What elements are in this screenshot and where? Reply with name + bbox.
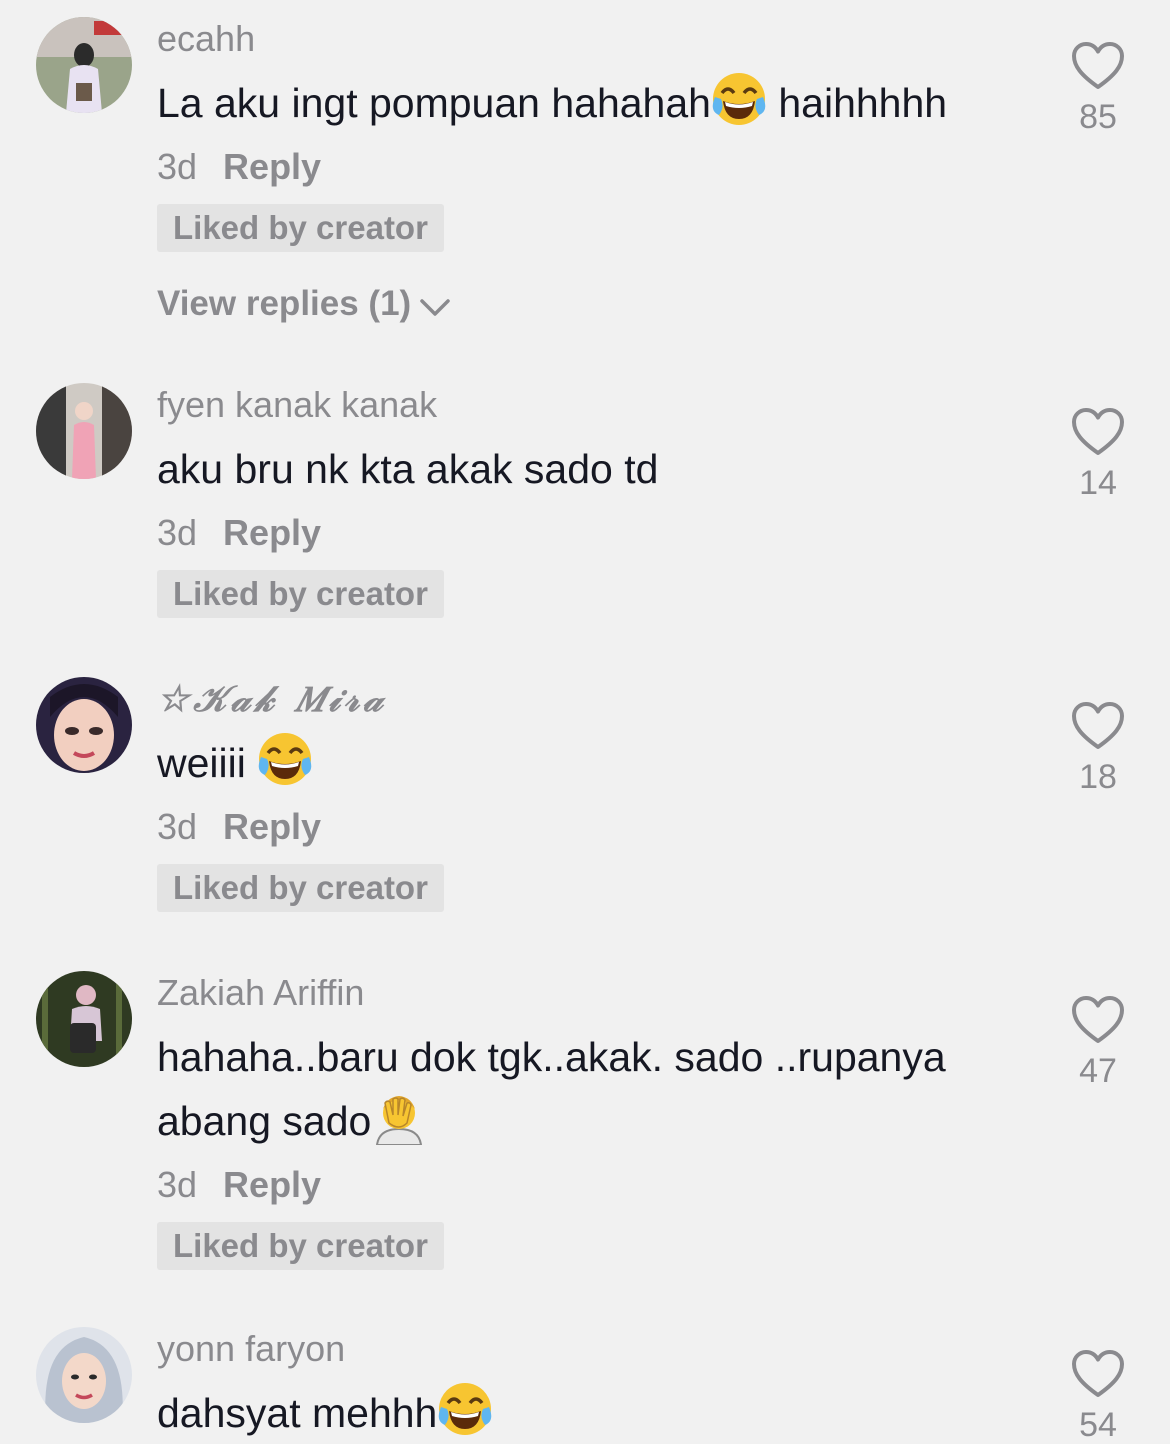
avatar[interactable] bbox=[36, 971, 132, 1067]
like-button[interactable]: 18 bbox=[1058, 701, 1138, 797]
like-count: 47 bbox=[1079, 1052, 1117, 1090]
heart-icon bbox=[1072, 408, 1124, 455]
face-with-tears-of-joy-emoji bbox=[259, 733, 312, 785]
comment-text-part: haihhhhh bbox=[766, 80, 948, 126]
like-button[interactable]: 85 bbox=[1058, 41, 1138, 137]
liked-by-creator-badge: Liked by creator bbox=[157, 864, 444, 912]
liked-by-creator-badge: Liked by creator bbox=[157, 570, 444, 618]
facepalm-emoji bbox=[376, 1096, 423, 1145]
like-button[interactable]: 47 bbox=[1058, 995, 1138, 1091]
like-count: 14 bbox=[1079, 464, 1117, 502]
liked-by-creator-badge: Liked by creator bbox=[157, 1222, 444, 1270]
like-count: 18 bbox=[1079, 758, 1117, 796]
comment-text-part: aku bru nk kta akak sado td bbox=[157, 446, 659, 492]
face-with-tears-of-joy-emoji bbox=[439, 1383, 492, 1435]
timestamp: 3d bbox=[157, 512, 198, 553]
view-replies-button[interactable]: View replies (1) bbox=[157, 282, 1027, 326]
avatar[interactable] bbox=[36, 17, 132, 113]
comment-text: dahsyat mehhh bbox=[157, 1381, 1027, 1444]
like-count: 85 bbox=[1079, 98, 1117, 136]
comment-text: weiiii bbox=[157, 731, 1027, 795]
comment-text-part: weiiii bbox=[157, 740, 258, 786]
view-replies-label: View replies (1) bbox=[157, 284, 412, 323]
heart-icon bbox=[1072, 1350, 1124, 1397]
username[interactable]: yonn faryon bbox=[157, 1327, 1027, 1371]
timestamp: 3d bbox=[157, 806, 198, 847]
comment-list: ecahh La aku ingt pompuan hahahah haihhh… bbox=[0, 0, 1170, 1444]
username[interactable]: ☆𝒦𝒶𝓀 𝑀𝒾𝓇𝒶 bbox=[157, 677, 1027, 721]
comment-text: hahaha..baru dok tgk..akak. sado ..rupan… bbox=[157, 1025, 1027, 1153]
comment-text-part: La aku ingt pompuan hahahah bbox=[157, 80, 711, 126]
timestamp: 3d bbox=[157, 1164, 198, 1205]
chevron-down-icon bbox=[420, 299, 450, 316]
avatar[interactable] bbox=[36, 677, 132, 773]
comment-text-part: hahaha..baru dok tgk..akak. sado ..rupan… bbox=[157, 1034, 946, 1144]
comment-text-part: dahsyat mehhh bbox=[157, 1390, 438, 1436]
heart-icon bbox=[1072, 996, 1124, 1043]
timestamp: 3d bbox=[157, 146, 198, 187]
heart-icon bbox=[1072, 702, 1124, 749]
reply-button[interactable]: Reply bbox=[223, 512, 321, 553]
like-button[interactable]: 54 bbox=[1058, 1349, 1138, 1444]
comment-text: La aku ingt pompuan hahahah haihhhhh bbox=[157, 71, 1027, 135]
face-with-tears-of-joy-emoji bbox=[712, 73, 766, 125]
reply-button[interactable]: Reply bbox=[223, 806, 321, 847]
heart-icon bbox=[1072, 42, 1124, 89]
username[interactable]: ecahh bbox=[157, 17, 1027, 61]
username[interactable]: Zakiah Ariffin bbox=[157, 971, 1027, 1015]
reply-button[interactable]: Reply bbox=[223, 1164, 321, 1205]
avatar[interactable] bbox=[36, 1327, 132, 1423]
reply-button[interactable]: Reply bbox=[223, 146, 321, 187]
like-button[interactable]: 14 bbox=[1058, 407, 1138, 503]
like-count: 54 bbox=[1079, 1406, 1117, 1444]
avatar[interactable] bbox=[36, 383, 132, 479]
username[interactable]: fyen kanak kanak bbox=[157, 383, 1027, 427]
liked-by-creator-badge: Liked by creator bbox=[157, 204, 444, 252]
comment-text: aku bru nk kta akak sado td bbox=[157, 437, 1027, 501]
